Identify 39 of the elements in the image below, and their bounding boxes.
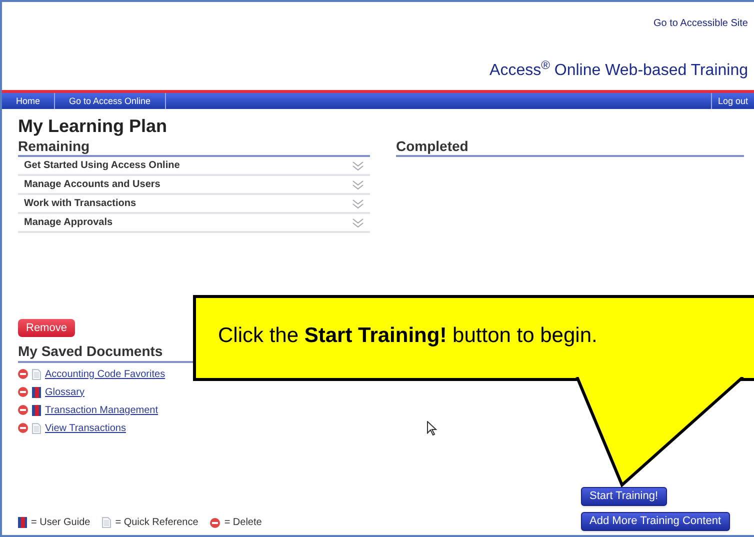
legend-label: = User Guide [31,516,90,530]
course-row[interactable]: Manage Accounts and Users [18,176,370,195]
start-training-button[interactable]: Start Training! [580,487,668,506]
logout-link[interactable]: Log out [710,93,754,109]
book-icon [32,404,41,416]
legend-label: = Delete [224,516,262,530]
course-row[interactable]: Manage Approvals [18,214,370,233]
document-icon [32,368,41,380]
remove-button[interactable]: Remove [18,319,75,337]
callout-text: Click the Start Training! button to begin. [218,324,598,347]
delete-icon[interactable] [18,423,28,433]
delete-icon[interactable] [18,405,28,415]
accessible-site-link[interactable]: Go to Accessible Site [654,16,748,31]
book-icon [18,517,27,528]
site-title: Access$^{®}$ Online Web-based Training [490,59,748,81]
document-icon [32,422,41,434]
document-link[interactable]: Glossary [45,384,84,400]
nav-link[interactable]: Home [2,93,56,109]
delete-icon[interactable] [18,387,28,397]
section-heading: Completed [396,137,744,157]
document-icon [102,517,112,528]
legend-label: = Quick Reference [115,516,198,530]
expand-icon[interactable] [352,160,364,170]
cursor-icon [427,421,437,436]
delete-icon[interactable] [18,369,28,379]
document-link[interactable]: View Transactions [45,420,126,436]
document-link[interactable]: Accounting Code Favorites [45,366,166,382]
expand-icon[interactable] [352,180,364,190]
add-content-button[interactable]: Add More Training Content [580,512,730,531]
course-row[interactable]: Work with Transactions [18,195,370,214]
section-heading: Remaining [18,137,370,157]
course-row[interactable]: Get Started Using Access Online [18,157,370,176]
expand-icon[interactable] [352,218,364,228]
book-icon [32,386,41,398]
page-title: My Learning Plan [18,115,168,137]
nav-link[interactable]: Go to Access Online [55,93,166,109]
expand-icon[interactable] [352,198,364,208]
document-link[interactable]: Transaction Management [45,402,158,418]
delete-icon[interactable] [210,518,220,528]
